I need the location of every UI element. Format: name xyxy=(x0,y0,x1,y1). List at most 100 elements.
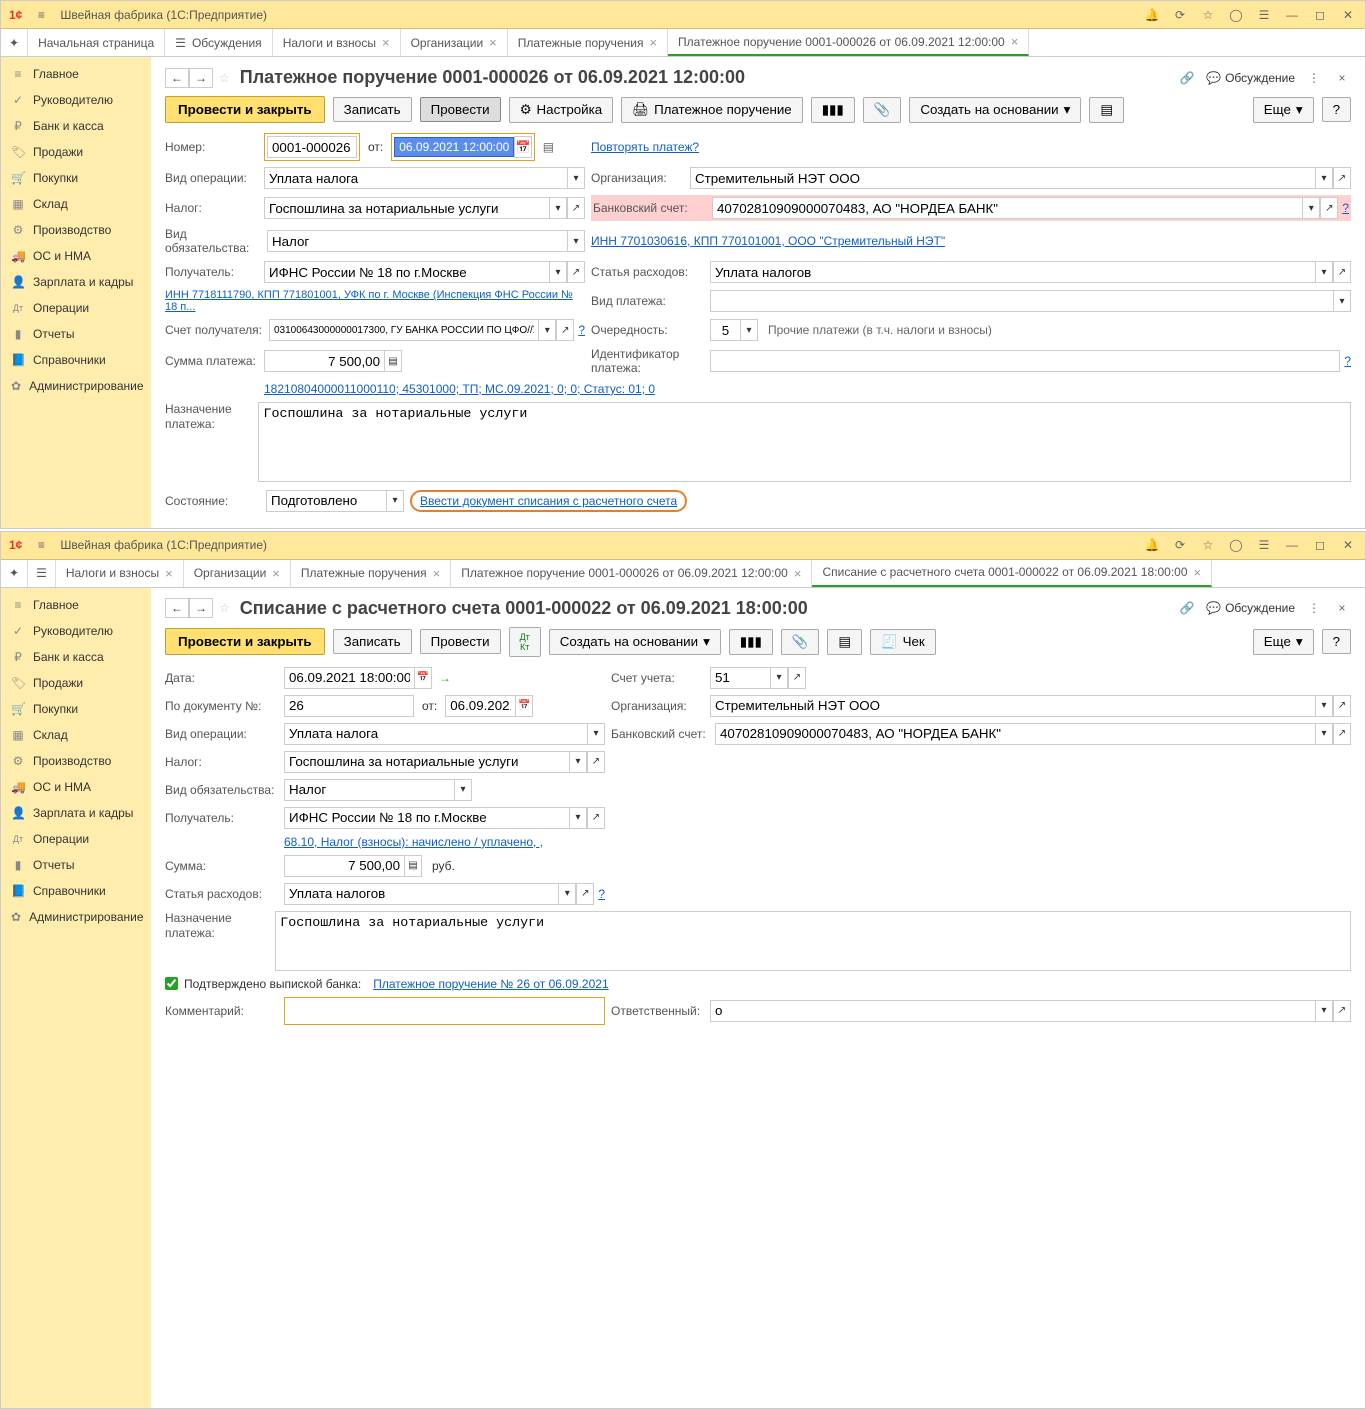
calc-icon[interactable]: ▤ xyxy=(404,855,422,877)
open-icon[interactable]: ↗ xyxy=(587,751,605,773)
post-close-button[interactable]: Провести и закрыть xyxy=(165,96,325,123)
purpose-textarea[interactable] xyxy=(275,911,1351,971)
sidebar-item-catalogs[interactable]: 📘Справочники xyxy=(1,878,151,904)
sidebar-item-assets[interactable]: 🚚ОС и НМА xyxy=(1,774,151,800)
chevron-down-icon[interactable]: ▾ xyxy=(549,261,567,283)
sidebar-item-assets[interactable]: 🚚ОС и НМА xyxy=(1,243,151,269)
nav-fwd-button[interactable]: → xyxy=(189,598,213,618)
calc-icon[interactable]: ▤ xyxy=(384,350,402,372)
tax-input[interactable] xyxy=(284,751,569,773)
create-based-button[interactable]: Создать на основании ▾ xyxy=(549,629,721,655)
chevron-down-icon[interactable]: ▾ xyxy=(587,723,605,745)
open-icon[interactable]: ↗ xyxy=(567,261,585,283)
sidebar-item-manager[interactable]: ✓Руководителю xyxy=(1,87,151,113)
sidebar-item-purchases[interactable]: 🛒Покупки xyxy=(1,696,151,722)
ident-help-link[interactable]: ? xyxy=(1344,354,1351,368)
acct-help-link[interactable]: ? xyxy=(578,323,585,337)
help-button[interactable]: ? xyxy=(1322,629,1351,654)
write-button[interactable]: Записать xyxy=(333,97,412,122)
chevron-down-icon[interactable]: ▾ xyxy=(1302,197,1320,219)
attach-button[interactable]: 📎 xyxy=(863,97,902,123)
obl-input[interactable] xyxy=(267,230,567,252)
chevron-down-icon[interactable]: ▾ xyxy=(549,197,567,219)
maximize-icon[interactable]: ◻ xyxy=(1311,6,1329,24)
repeat-link[interactable]: Повторять платеж? xyxy=(591,140,699,154)
chevron-down-icon[interactable]: ▾ xyxy=(569,807,587,829)
report-button[interactable]: ▤ xyxy=(1089,97,1124,123)
nav-fwd-button[interactable]: → xyxy=(189,68,213,88)
help-button[interactable]: ? xyxy=(1322,97,1351,122)
purpose-textarea[interactable] xyxy=(258,402,1351,482)
ident-input[interactable] xyxy=(710,350,1340,372)
po-link[interactable]: Платежное поручение № 26 от 06.09.2021 xyxy=(373,977,608,991)
field-icon[interactable]: ▤ xyxy=(539,138,557,156)
sidebar-item-main[interactable]: ≡Главное xyxy=(1,592,151,618)
sidebar-item-sales[interactable]: 🏷Продажи xyxy=(1,670,151,696)
kebab-icon[interactable]: ⋮ xyxy=(1305,69,1323,87)
sidebar-item-bank[interactable]: ₽Банк и касса xyxy=(1,644,151,670)
open-icon[interactable]: ↗ xyxy=(1320,197,1338,219)
barcode-button[interactable]: ▮▮▮ xyxy=(729,629,773,655)
chevron-down-icon[interactable]: ▾ xyxy=(1315,1000,1333,1022)
chevron-down-icon[interactable]: ▾ xyxy=(740,319,758,341)
nav-back-button[interactable]: ← xyxy=(165,598,189,618)
lines-icon[interactable]: ☰ xyxy=(1255,6,1273,24)
open-icon[interactable]: ↗ xyxy=(556,319,574,341)
chevron-down-icon[interactable]: ▾ xyxy=(454,779,472,801)
chevron-down-icon[interactable]: ▾ xyxy=(1315,167,1333,189)
tab-orgs[interactable]: Организации× xyxy=(401,29,508,56)
bell-icon[interactable]: 🔔 xyxy=(1143,536,1161,554)
write-button[interactable]: Записать xyxy=(333,629,412,654)
open-icon[interactable]: ↗ xyxy=(576,883,594,905)
menu-icon[interactable]: ≡ xyxy=(32,6,50,24)
close-icon[interactable]: ✕ xyxy=(1339,6,1357,24)
sidebar-item-stock[interactable]: ▦Склад xyxy=(1,191,151,217)
fav-star-icon[interactable]: ☆ xyxy=(219,601,230,615)
sidebar-item-stock[interactable]: ▦Склад xyxy=(1,722,151,748)
sidebar-item-sales[interactable]: 🏷Продажи xyxy=(1,139,151,165)
kebab-icon[interactable]: ⋮ xyxy=(1305,599,1323,617)
expense-input[interactable] xyxy=(710,261,1315,283)
paytype-input[interactable] xyxy=(710,290,1333,312)
dk-button[interactable]: ДтКт xyxy=(509,627,541,657)
nav-back-button[interactable]: ← xyxy=(165,68,189,88)
tab-taxes-2[interactable]: Налоги и взносы× xyxy=(56,560,184,587)
docnum-input[interactable] xyxy=(284,695,414,717)
date-input[interactable]: 06.09.2021 12:00:00 xyxy=(394,137,514,157)
close-icon[interactable]: ✕ xyxy=(1339,536,1357,554)
tab-start[interactable]: Начальная страница xyxy=(28,29,165,56)
state-input[interactable] xyxy=(266,490,386,512)
acct-input[interactable] xyxy=(710,667,770,689)
star-icon[interactable]: ☆ xyxy=(1199,6,1217,24)
sidebar-item-production[interactable]: ⚙Производство xyxy=(1,748,151,774)
tab-home[interactable]: ✦ xyxy=(1,29,28,56)
docdate-input[interactable] xyxy=(445,695,515,717)
tab-po-list-2[interactable]: Платежные поручения× xyxy=(291,560,451,587)
star-icon[interactable]: ☆ xyxy=(1199,536,1217,554)
chevron-down-icon[interactable]: ▾ xyxy=(558,883,576,905)
link-icon[interactable]: 🔗 xyxy=(1178,599,1196,617)
history-icon[interactable]: ⟳ xyxy=(1171,536,1189,554)
open-icon[interactable]: ↗ xyxy=(1333,723,1351,745)
more-button[interactable]: Еще ▾ xyxy=(1253,629,1314,655)
link-icon[interactable]: 🔗 xyxy=(1178,69,1196,87)
chevron-down-icon[interactable]: ▾ xyxy=(1315,695,1333,717)
acc-link[interactable]: 68.10, Налог (взносы): начислено / уплач… xyxy=(284,835,543,849)
attach-button[interactable]: 📎 xyxy=(781,629,820,655)
kbk-link[interactable]: 18210804000011000110; 45301000; ТП; МС.0… xyxy=(264,382,655,396)
sidebar-item-admin[interactable]: ✿Администрирование xyxy=(1,373,151,399)
sidebar-item-catalogs[interactable]: 📘Справочники xyxy=(1,347,151,373)
op-input[interactable] xyxy=(284,723,587,745)
post-button[interactable]: Провести xyxy=(420,97,501,122)
expense-help-link[interactable]: ? xyxy=(598,887,605,901)
tab-discuss[interactable]: ☰Обсуждения xyxy=(165,29,273,56)
tab-po-list[interactable]: Платежные поручения× xyxy=(508,29,668,56)
sidebar-item-operations[interactable]: ДтОперации xyxy=(1,826,151,852)
open-icon[interactable]: ↗ xyxy=(788,667,806,689)
minimize-icon[interactable]: — xyxy=(1283,6,1301,24)
recip-input[interactable] xyxy=(284,807,569,829)
sum-input[interactable] xyxy=(284,855,404,877)
sidebar-item-reports[interactable]: ▮Отчеты xyxy=(1,852,151,878)
circle-icon[interactable]: ◯ xyxy=(1227,6,1245,24)
acct-input[interactable] xyxy=(269,319,538,341)
